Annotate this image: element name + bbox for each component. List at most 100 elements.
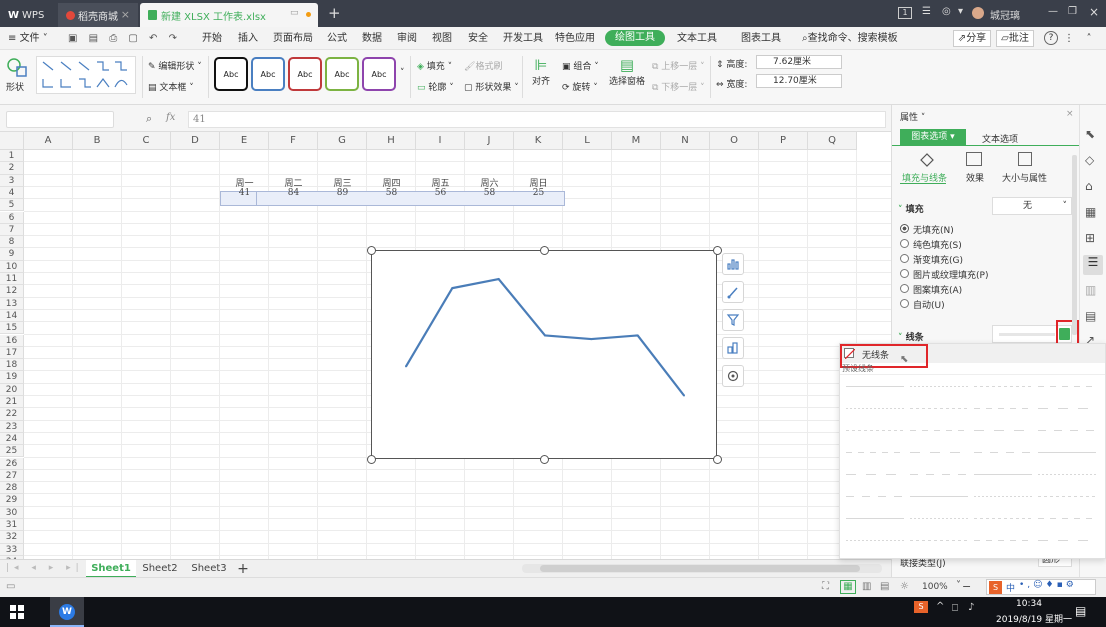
chart-pane-icon[interactable]: ▤ bbox=[1085, 309, 1101, 325]
column-header-G[interactable]: G bbox=[318, 132, 367, 150]
preset-line-option[interactable] bbox=[910, 496, 968, 497]
data-point-周六[interactable] bbox=[636, 334, 639, 337]
file-menu[interactable]: ≡ 文件 ˅ bbox=[8, 27, 58, 50]
row-header-21[interactable]: 21 bbox=[0, 396, 24, 409]
line-section-header[interactable]: ˅ 线条 bbox=[898, 330, 924, 343]
row-header-28[interactable]: 28 bbox=[0, 482, 24, 495]
comment-button[interactable]: ▱批注 bbox=[996, 30, 1034, 47]
select-all-corner[interactable] bbox=[0, 132, 24, 150]
windows-start-icon[interactable] bbox=[10, 605, 24, 619]
zoom-out-button[interactable]: − bbox=[962, 580, 971, 593]
menu-developer[interactable]: 开发工具 bbox=[502, 27, 544, 50]
ime-tools-icon[interactable]: •,☺♦▪⚙ bbox=[1019, 580, 1077, 590]
shape-style-2[interactable]: Abc bbox=[251, 57, 285, 91]
table-value-cell[interactable]: 56 bbox=[416, 188, 465, 198]
bring-forward-button[interactable]: ⧉ 上移一层 ˅ bbox=[652, 59, 705, 72]
chart-filter-button[interactable] bbox=[722, 309, 744, 331]
more-icon[interactable]: ⋮ bbox=[1062, 27, 1076, 50]
resize-handle-se[interactable] bbox=[713, 455, 722, 464]
notification-icon[interactable]: ▤ bbox=[1075, 604, 1086, 618]
fill-select[interactable]: 无 ˅ bbox=[992, 197, 1072, 215]
resize-handle-s[interactable] bbox=[540, 455, 549, 464]
subtab-effect[interactable]: 效果 bbox=[966, 171, 984, 184]
send-backward-button[interactable]: ⧉ 下移一层 ˅ bbox=[652, 80, 705, 93]
preset-line-option[interactable] bbox=[1038, 474, 1096, 475]
table-header-cell[interactable]: 周日 bbox=[514, 176, 563, 189]
data-point-周三[interactable] bbox=[497, 278, 500, 281]
menu-home[interactable]: 开始 bbox=[198, 27, 226, 50]
row-header-23[interactable]: 23 bbox=[0, 420, 24, 433]
menu-view[interactable]: 视图 bbox=[428, 27, 456, 50]
row-header-14[interactable]: 14 bbox=[0, 309, 24, 323]
row-header-18[interactable]: 18 bbox=[0, 359, 24, 372]
menu-page-layout[interactable]: 页面布局 bbox=[272, 27, 314, 50]
column-header-M[interactable]: M bbox=[612, 132, 661, 150]
cloud-icon[interactable]: ◎ bbox=[942, 6, 951, 17]
quick-access-toolbar[interactable]: ▣ ▤ ⎙ ▢ ↶ ↷ ˅ bbox=[68, 27, 188, 67]
column-header-A[interactable]: A bbox=[24, 132, 73, 150]
resize-handle-ne[interactable] bbox=[713, 246, 722, 255]
clock-date[interactable]: 2019/8/19 星期一 bbox=[996, 612, 1072, 625]
shape-style-4[interactable]: Abc bbox=[325, 57, 359, 91]
row-header-17[interactable]: 17 bbox=[0, 346, 24, 360]
row-header-12[interactable]: 12 bbox=[0, 285, 24, 298]
shape-icon[interactable]: ◇ bbox=[1085, 153, 1101, 169]
preset-line-option[interactable] bbox=[974, 452, 1032, 453]
menu-review[interactable]: 审阅 bbox=[393, 27, 421, 50]
series-line[interactable] bbox=[405, 277, 685, 397]
row-header-7[interactable]: 7 bbox=[0, 223, 24, 237]
table-header-cell[interactable]: 周六 bbox=[465, 176, 514, 189]
name-box[interactable] bbox=[6, 111, 114, 128]
skin-icon[interactable]: ☰ bbox=[922, 6, 931, 17]
row-header-13[interactable]: 13 bbox=[0, 297, 24, 310]
shape-effect-button[interactable]: ▢ 形状效果 ˅ bbox=[464, 80, 519, 93]
edit-shape-button[interactable]: ✎ 编辑形状 ˅ bbox=[148, 59, 202, 72]
row-header-16[interactable]: 16 bbox=[0, 334, 24, 347]
text-box-button[interactable]: ▤ 文本框 ˅ bbox=[148, 80, 194, 93]
row-header-5[interactable]: 5 bbox=[0, 199, 24, 212]
row-header-1[interactable]: 1 bbox=[0, 150, 24, 163]
preset-line-option[interactable] bbox=[910, 386, 968, 387]
column-header-F[interactable]: F bbox=[269, 132, 318, 150]
data-point-周二[interactable] bbox=[451, 287, 454, 290]
table-value-cell[interactable]: 25 bbox=[514, 188, 563, 198]
table-value-cell[interactable]: 89 bbox=[318, 188, 367, 198]
column-header-L[interactable]: L bbox=[563, 132, 612, 150]
preset-line-option[interactable] bbox=[974, 474, 1032, 475]
sheet-tab-2[interactable]: Sheet2 bbox=[137, 560, 183, 578]
preset-line-option[interactable] bbox=[1038, 430, 1096, 431]
row-header-19[interactable]: 19 bbox=[0, 371, 24, 384]
preset-line-option[interactable] bbox=[910, 474, 968, 475]
column-header-I[interactable]: I bbox=[416, 132, 465, 150]
preset-line-option[interactable] bbox=[846, 518, 904, 519]
preset-line-option[interactable] bbox=[846, 452, 904, 453]
horizontal-scrollbar[interactable] bbox=[522, 564, 882, 573]
preset-line-option[interactable] bbox=[846, 474, 904, 475]
menu-security[interactable]: 安全 bbox=[464, 27, 492, 50]
add-sheet-button[interactable]: + bbox=[235, 560, 251, 578]
row-header-9[interactable]: 9 bbox=[0, 248, 24, 261]
row-header-15[interactable]: 15 bbox=[0, 322, 24, 335]
menu-special[interactable]: 特色应用 bbox=[554, 27, 596, 50]
table-header-cell[interactable]: 周五 bbox=[416, 176, 465, 189]
shirt-icon[interactable]: ▾ bbox=[958, 6, 963, 17]
menu-text-tools[interactable]: 文本工具 bbox=[676, 27, 718, 50]
row-header-4[interactable]: 4 bbox=[0, 186, 24, 200]
column-header-N[interactable]: N bbox=[661, 132, 710, 150]
preset-line-option[interactable] bbox=[1038, 386, 1096, 387]
normal-view-icon[interactable]: ▦ bbox=[840, 580, 856, 594]
fill-button[interactable]: ◈ 填充 ˅ bbox=[417, 59, 452, 72]
column-header-C[interactable]: C bbox=[122, 132, 171, 150]
user-name[interactable]: 城冠璃 bbox=[990, 7, 1020, 22]
page-break-view-icon[interactable]: ▤ bbox=[880, 581, 889, 592]
shape-style-1[interactable]: Abc bbox=[214, 57, 248, 91]
preset-line-option[interactable] bbox=[846, 496, 904, 497]
close-icon[interactable]: × bbox=[1089, 5, 1099, 19]
tab-workbook[interactable]: 新建 XLSX 工作表.xlsx ▭ bbox=[140, 3, 318, 27]
table-header-cell[interactable]: 周一 bbox=[220, 176, 269, 189]
resize-handle-nw[interactable] bbox=[367, 246, 376, 255]
row-header-27[interactable]: 27 bbox=[0, 469, 24, 483]
column-header-O[interactable]: O bbox=[710, 132, 759, 150]
group-button[interactable]: ▣ 组合 ˅ bbox=[562, 59, 599, 72]
preset-line-option[interactable] bbox=[1038, 452, 1096, 453]
